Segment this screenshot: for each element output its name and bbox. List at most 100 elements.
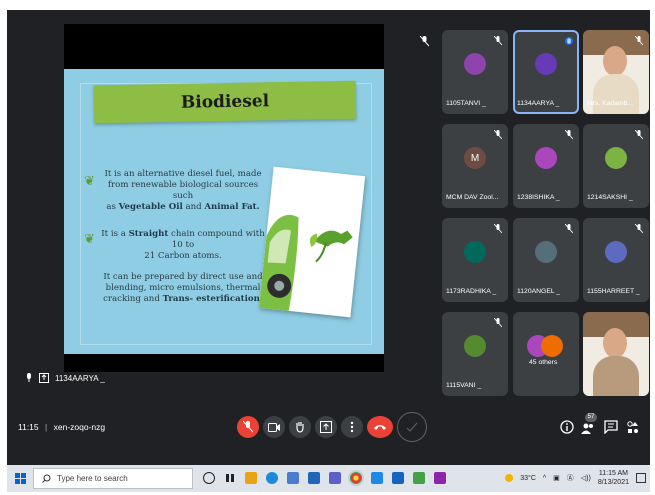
leave-call-button[interactable] xyxy=(367,416,393,438)
teams-icon[interactable] xyxy=(329,472,341,484)
slide-line: It can be prepared by direct use and xyxy=(103,272,263,282)
participant-tile[interactable]: M MCM DAV Zool... xyxy=(442,124,508,208)
participant-face xyxy=(603,46,627,76)
language-icon[interactable]: Ⓐ xyxy=(567,473,574,483)
chat-icon[interactable] xyxy=(604,420,618,434)
windows-start-icon[interactable] xyxy=(15,473,26,484)
mic-off-icon xyxy=(494,318,502,328)
participant-tile[interactable]: 1115VANI _ xyxy=(442,312,508,396)
mic-off-icon xyxy=(494,130,502,140)
participant-name: 1134AARYA _ xyxy=(517,100,560,107)
slide-bold: Trans- esterification. xyxy=(162,294,263,304)
raise-hand-button[interactable] xyxy=(289,416,311,438)
windows-taskbar: Type here to search 33°C ^ ▣ Ⓐ ◁)) 11:15… xyxy=(7,465,650,492)
clock[interactable]: 11:15 AM 8/13/2021 xyxy=(598,469,629,487)
slide: Biodiesel ❦ It is an alternative diesel … xyxy=(64,69,384,354)
meet-window: Biodiesel ❦ It is an alternative diesel … xyxy=(7,10,650,492)
search-icon xyxy=(42,474,51,483)
slide-line: as Vegetable Oil and Animal Fat. xyxy=(98,202,268,213)
participant-tile[interactable]: 1173RADHIKA _ xyxy=(442,218,508,302)
meeting-info: 11:15 | xen-zoqo-nzg xyxy=(18,422,105,432)
mic-off-icon xyxy=(494,36,502,46)
captions-pointer[interactable] xyxy=(397,412,427,442)
participant-tile[interactable]: 1155HARREET _ xyxy=(583,218,649,302)
clock-date: 8/13/2021 xyxy=(597,479,629,486)
app-icon-2[interactable] xyxy=(434,472,446,484)
mic-off-icon xyxy=(635,130,643,140)
weather-temp[interactable]: 33°C xyxy=(520,475,536,482)
participant-name: 1155HARREET _ xyxy=(587,288,640,295)
present-now-button[interactable] xyxy=(315,416,337,438)
participant-body xyxy=(593,74,639,114)
slide-text: as xyxy=(106,202,119,212)
system-tray: 33°C ^ ▣ Ⓐ ◁)) 11:15 AM 8/13/2021 xyxy=(505,469,646,487)
participant-tile[interactable]: 1238ISHIKA _ xyxy=(513,124,579,208)
taskbar-search-box[interactable]: Type here to search xyxy=(33,468,193,489)
mic-off-icon xyxy=(420,36,429,47)
app-icon[interactable] xyxy=(371,472,383,484)
mic-icon xyxy=(27,373,31,382)
store-icon[interactable] xyxy=(308,472,320,484)
notification-icon[interactable] xyxy=(636,473,646,483)
check-icon xyxy=(406,422,418,432)
more-options-button[interactable] xyxy=(341,416,363,438)
mic-off-icon xyxy=(635,224,643,234)
activities-icon[interactable] xyxy=(626,420,640,434)
volume-icon[interactable]: ◁)) xyxy=(581,474,591,482)
presentation-area: Biodiesel ❦ It is an alternative diesel … xyxy=(64,24,384,372)
participant-tile[interactable]: 1214SAKSHI _ xyxy=(583,124,649,208)
avatar xyxy=(535,147,557,169)
participant-video xyxy=(583,312,649,396)
people-button[interactable]: 57 xyxy=(581,413,597,437)
slide-line: blending, micro emulsions, thermal xyxy=(105,283,261,293)
meeting-code: xen-zoqo-nzg xyxy=(53,422,106,432)
avatar xyxy=(535,53,557,75)
weather-icon xyxy=(505,474,514,482)
info-icon[interactable] xyxy=(560,420,574,434)
mic-off-icon xyxy=(243,421,253,433)
slide-title: Biodiesel xyxy=(180,91,270,113)
slide-line: cracking and Trans- esterification. xyxy=(98,294,268,305)
slide-text: chain compound with 10 to xyxy=(168,229,265,250)
avatar xyxy=(535,241,557,263)
camera-toggle-button[interactable] xyxy=(263,416,285,438)
participant-tile[interactable]: 1105TANVI _ xyxy=(442,30,508,114)
edge-icon[interactable] xyxy=(266,472,278,484)
photos-icon[interactable] xyxy=(287,472,299,484)
meeting-time: 11:15 xyxy=(18,422,39,432)
participant-tile[interactable]: Mrs. Kadamb... xyxy=(583,30,649,114)
end-call-icon xyxy=(374,425,386,430)
participant-tile[interactable] xyxy=(583,312,649,396)
mic-off-icon xyxy=(565,130,573,140)
leaf-bullet-icon: ❦ xyxy=(84,173,95,188)
slide-text: cracking and xyxy=(103,294,163,304)
chevron-up-icon[interactable]: ^ xyxy=(543,475,546,482)
participant-tile[interactable]: 1134AARYA _ xyxy=(513,30,579,114)
task-view-icon[interactable] xyxy=(224,472,236,484)
chrome-icon[interactable] xyxy=(350,472,362,484)
avatar xyxy=(541,335,563,357)
network-icon[interactable]: ▣ xyxy=(553,474,560,482)
hand-icon xyxy=(296,422,304,433)
mic-off-icon xyxy=(635,36,643,46)
participant-face xyxy=(603,328,627,358)
participant-tile[interactable]: 1120ANGEL _ xyxy=(513,218,579,302)
participant-name: 1173RADHIKA _ xyxy=(446,288,497,295)
green-car-fuel-image xyxy=(258,166,366,318)
mic-toggle-button[interactable] xyxy=(237,416,259,438)
avatar xyxy=(605,241,627,263)
people-icon xyxy=(581,423,593,434)
more-vert-icon xyxy=(350,421,354,433)
cortana-icon[interactable] xyxy=(203,472,215,484)
participant-tile[interactable]: 45 others xyxy=(513,312,579,396)
excel-icon[interactable] xyxy=(413,472,425,484)
clock-time: 11:15 AM xyxy=(598,470,628,477)
participant-name: 1214SAKSHI _ xyxy=(587,194,633,201)
avatar xyxy=(605,147,627,169)
participant-name: 1120ANGEL _ xyxy=(517,288,561,295)
word-icon[interactable] xyxy=(392,472,404,484)
avatar: M xyxy=(464,147,486,169)
file-explorer-icon[interactable] xyxy=(245,472,257,484)
participant-name: MCM DAV Zool... xyxy=(446,194,499,201)
mic-off-icon xyxy=(494,224,502,234)
